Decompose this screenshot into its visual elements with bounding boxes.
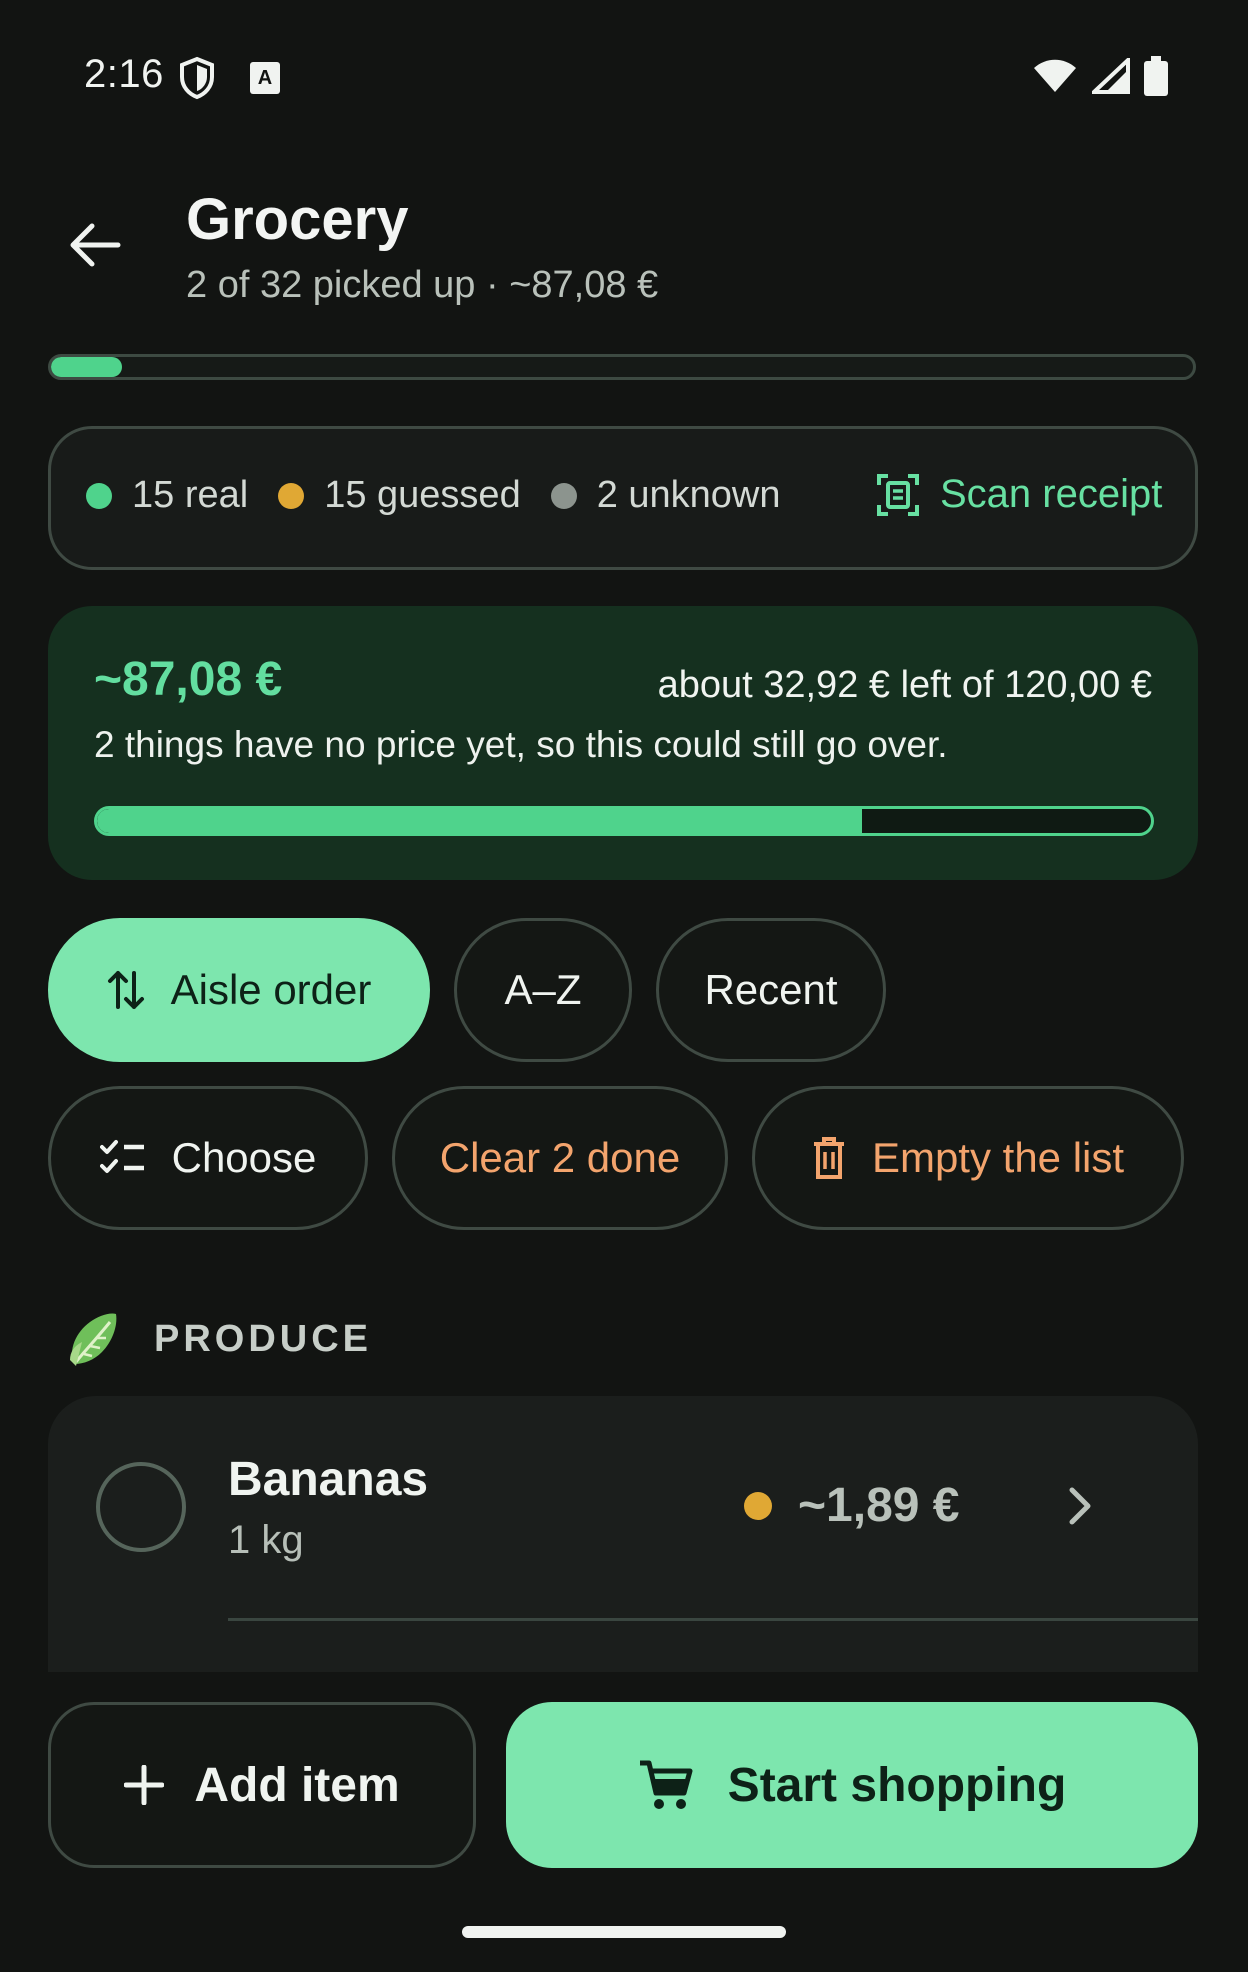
item-quantity: 1 kg: [228, 1518, 304, 1562]
legend-guessed: 15 guessed: [278, 474, 521, 517]
sort-a-z-label: A–Z: [504, 966, 582, 1013]
item-name: Bananas: [228, 1453, 429, 1506]
chevron-right-icon[interactable]: [1062, 1484, 1098, 1533]
budget-remaining: about 32,92 € left of 120,00 €: [657, 664, 1152, 706]
guessed-dot-icon: [278, 482, 305, 509]
sort-a-z-chip[interactable]: A–Z: [454, 918, 632, 1062]
picked-progress-fill: [51, 357, 123, 377]
sort-aisle-order-label: Aisle order: [170, 966, 372, 1013]
list-item[interactable]: [48, 1396, 1198, 1672]
scan-receipt-label: Scan receipt: [940, 472, 1163, 516]
cart-icon: [639, 1760, 693, 1809]
page-title: Grocery: [186, 187, 409, 252]
clear-done-label: Clear 2 done: [439, 1134, 681, 1181]
clear-done-button[interactable]: Clear 2 done: [392, 1086, 728, 1230]
budget-total: ~87,08 €: [94, 653, 283, 706]
legend-guessed-label: 15 guessed: [324, 474, 521, 516]
wifi-icon: [1032, 58, 1078, 99]
guessed-dot-icon: [744, 1491, 772, 1520]
section-title: PRODUCE: [154, 1318, 373, 1360]
scan-receipt-button[interactable]: Scan receipt: [876, 472, 1162, 517]
price-legend: 15 real 15 guessed 2 unknown: [86, 474, 811, 517]
budget-progress-bar: [94, 806, 1154, 836]
plus-icon: [124, 1765, 165, 1805]
page-subtitle: 2 of 32 picked up · ~87,08 €: [186, 264, 659, 306]
budget-progress-fill: [97, 809, 862, 833]
back-button[interactable]: [62, 212, 128, 278]
start-shopping-button[interactable]: Start shopping: [506, 1702, 1198, 1868]
signal-icon: [1088, 55, 1130, 99]
budget-note: 2 things have no price yet, so this coul…: [94, 724, 948, 765]
real-dot-icon: [86, 482, 112, 509]
add-item-label: Add item: [194, 1758, 400, 1812]
item-price: ~1,89 €: [744, 1478, 959, 1533]
keyboard-a-icon: A: [248, 60, 282, 101]
sort-recent-chip[interactable]: Recent: [656, 918, 886, 1062]
item-price-value: ~1,89 €: [798, 1479, 960, 1532]
battery-icon: [1144, 56, 1168, 101]
empty-list-label: Empty the list: [871, 1134, 1125, 1181]
legend-unknown: 2 unknown: [550, 474, 781, 517]
status-time: 2:16: [84, 52, 164, 96]
choose-button[interactable]: Choose: [48, 1086, 368, 1230]
sort-recent-label: Recent: [704, 966, 838, 1013]
svg-text:A: A: [258, 67, 272, 89]
sort-arrows-icon: [107, 971, 144, 1009]
legend-real-label: 15 real: [132, 474, 249, 516]
add-item-button[interactable]: Add item: [48, 1702, 476, 1868]
home-indicator[interactable]: [462, 1926, 786, 1938]
receipt-scan-icon: [877, 473, 919, 516]
start-shopping-label: Start shopping: [727, 1758, 1067, 1812]
lettuce-icon: [66, 1310, 120, 1368]
checklist-icon: [99, 1140, 144, 1173]
sort-aisle-order-chip[interactable]: Aisle order: [48, 918, 430, 1062]
picked-progress-bar: [48, 354, 1196, 380]
arrow-left-icon: [70, 223, 121, 267]
legend-real: 15 real: [86, 474, 248, 517]
trash-icon: [813, 1137, 844, 1179]
shield-icon: [178, 56, 216, 105]
item-checkbox[interactable]: [96, 1462, 186, 1552]
unknown-dot-icon: [550, 482, 577, 509]
empty-list-button[interactable]: Empty the list: [752, 1086, 1184, 1230]
legend-unknown-label: 2 unknown: [596, 474, 781, 516]
divider: [228, 1618, 1198, 1621]
choose-label: Choose: [171, 1134, 317, 1181]
